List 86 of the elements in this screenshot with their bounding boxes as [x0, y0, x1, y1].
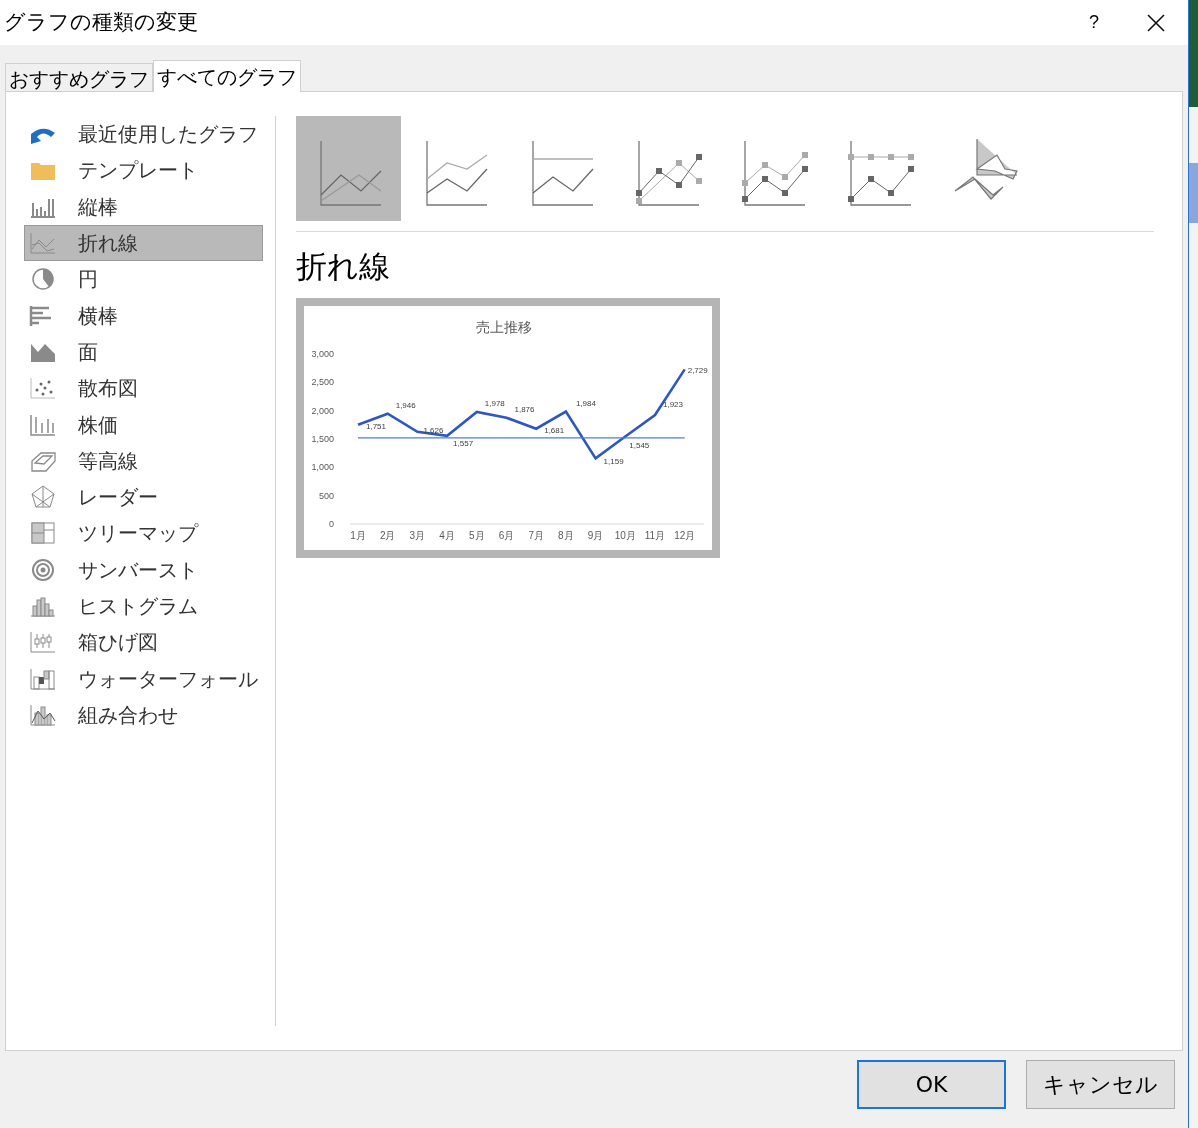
chart-type-label: 組み合わせ [78, 701, 178, 729]
data-label: 2,729 [687, 366, 708, 376]
y-tick-label: 500 [318, 490, 334, 501]
x-tick-label: 6月 [498, 530, 515, 541]
x-tick-label: 2月 [379, 530, 396, 541]
chart-type-item[interactable]: ウォーターフォール [24, 660, 263, 697]
chart-type-item[interactable]: 箱ひげ図 [24, 624, 263, 661]
chart-type-label: 円 [78, 266, 98, 294]
chart-title: 売上推移 [476, 319, 532, 335]
chart-type-label: レーダー [78, 484, 158, 512]
chart-type-label: ウォーターフォール [78, 665, 258, 693]
y-tick-label: 0 [329, 519, 334, 529]
chart-type-item[interactable]: 横棒 [24, 297, 263, 334]
combo-chart-icon [29, 702, 57, 727]
y-tick-label: 1,000 [311, 462, 334, 473]
chart-type-label: 箱ひげ図 [78, 629, 158, 657]
data-label: 1,978 [484, 398, 505, 408]
chart-type-item[interactable]: 折れ線 [24, 224, 263, 262]
chart-subtype[interactable] [296, 116, 401, 221]
chart-type-label: サンバースト [78, 556, 198, 584]
chart-type-item[interactable]: 散布図 [24, 370, 263, 407]
chart-type-label: 株価 [78, 411, 118, 439]
chart-type-label: 折れ線 [78, 230, 138, 258]
x-tick-label: 4月 [439, 530, 455, 541]
chart-type-item[interactable]: 等高線 [24, 442, 263, 479]
x-tick-label: 8月 [558, 530, 574, 541]
chart-type-item[interactable]: 組み合わせ [24, 696, 263, 734]
stock-chart-icon [29, 412, 57, 437]
histogram-icon [29, 594, 57, 618]
tab[interactable]: おすすめグラフ [5, 63, 153, 91]
scatter-chart-icon [29, 376, 57, 401]
chart-type-label: 最近使用したグラフ [78, 121, 258, 149]
data-label: 1,876 [514, 404, 535, 414]
chart-type-item[interactable]: 株価 [24, 406, 263, 443]
chart-type-label: ツリーマップ [78, 520, 198, 548]
chart-type-label: 縦棒 [78, 193, 118, 221]
data-label: 1,557 [453, 438, 474, 448]
chart-type-item[interactable]: 縦棒 [24, 188, 263, 225]
chart-type-item[interactable]: テンプレート [24, 152, 263, 189]
data-label: 1,626 [423, 425, 444, 435]
chart-type-item[interactable]: サンバースト [24, 551, 263, 588]
chart-type-label: 横棒 [78, 302, 118, 330]
x-tick-label: 1月 [350, 530, 366, 541]
data-label: 1,159 [603, 457, 624, 467]
y-tick-label: 3,000 [311, 349, 334, 359]
x-tick-label: 11月 [644, 530, 666, 541]
chart-type-item[interactable]: レーダー [24, 478, 263, 516]
treemap-icon [29, 521, 57, 546]
data-label: 1,681 [544, 425, 565, 435]
x-tick-label: 12月 [674, 530, 696, 541]
chart-type-item[interactable]: 円 [24, 261, 263, 298]
radar-chart-icon [29, 485, 57, 510]
chart-type-item[interactable]: 最近使用したグラフ [24, 116, 263, 153]
chart-type-label: テンプレート [78, 157, 198, 185]
x-tick-label: 5月 [469, 530, 485, 541]
x-tick-label: 9月 [587, 530, 604, 541]
y-tick-label: 2,000 [311, 405, 334, 416]
waterfall-icon [29, 666, 57, 691]
preview-heading: 折れ線 [296, 247, 391, 286]
tab[interactable]: すべてのグラフ [153, 60, 301, 92]
y-tick-label: 2,500 [311, 377, 334, 388]
data-label: 1,751 [366, 421, 387, 431]
x-tick-label: 3月 [409, 530, 426, 541]
pie-chart-icon [29, 267, 57, 292]
data-label: 1,984 [575, 398, 596, 408]
dialog-button[interactable]: キャンセル [1026, 1060, 1175, 1109]
sunburst-icon [29, 557, 57, 582]
chart-type-label: ヒストグラム [78, 593, 198, 620]
data-label: 1,923 [663, 400, 684, 410]
chart-type-item[interactable]: 面 [24, 333, 263, 371]
chart-type-label: 面 [78, 338, 98, 366]
data-label: 1,946 [395, 400, 416, 410]
box-whisker-icon [29, 630, 57, 655]
window-title: グラフの種類の変更 [4, 8, 198, 36]
chart-type-item[interactable]: ツリーマップ [24, 515, 263, 552]
x-tick-label: 10月 [614, 530, 636, 541]
x-tick-label: 7月 [528, 530, 544, 541]
chart-type-label: 等高線 [78, 447, 138, 475]
close-icon [1147, 13, 1165, 32]
chart-type-label: 散布図 [78, 375, 138, 403]
help-button[interactable]: ? [1074, 9, 1114, 36]
line-chart-icon [29, 231, 57, 256]
chart-type-item[interactable]: ヒストグラム [24, 587, 263, 625]
y-tick-label: 1,500 [311, 434, 334, 444]
data-label: 1,545 [629, 441, 650, 451]
dialog-button[interactable]: OK [857, 1060, 1006, 1109]
